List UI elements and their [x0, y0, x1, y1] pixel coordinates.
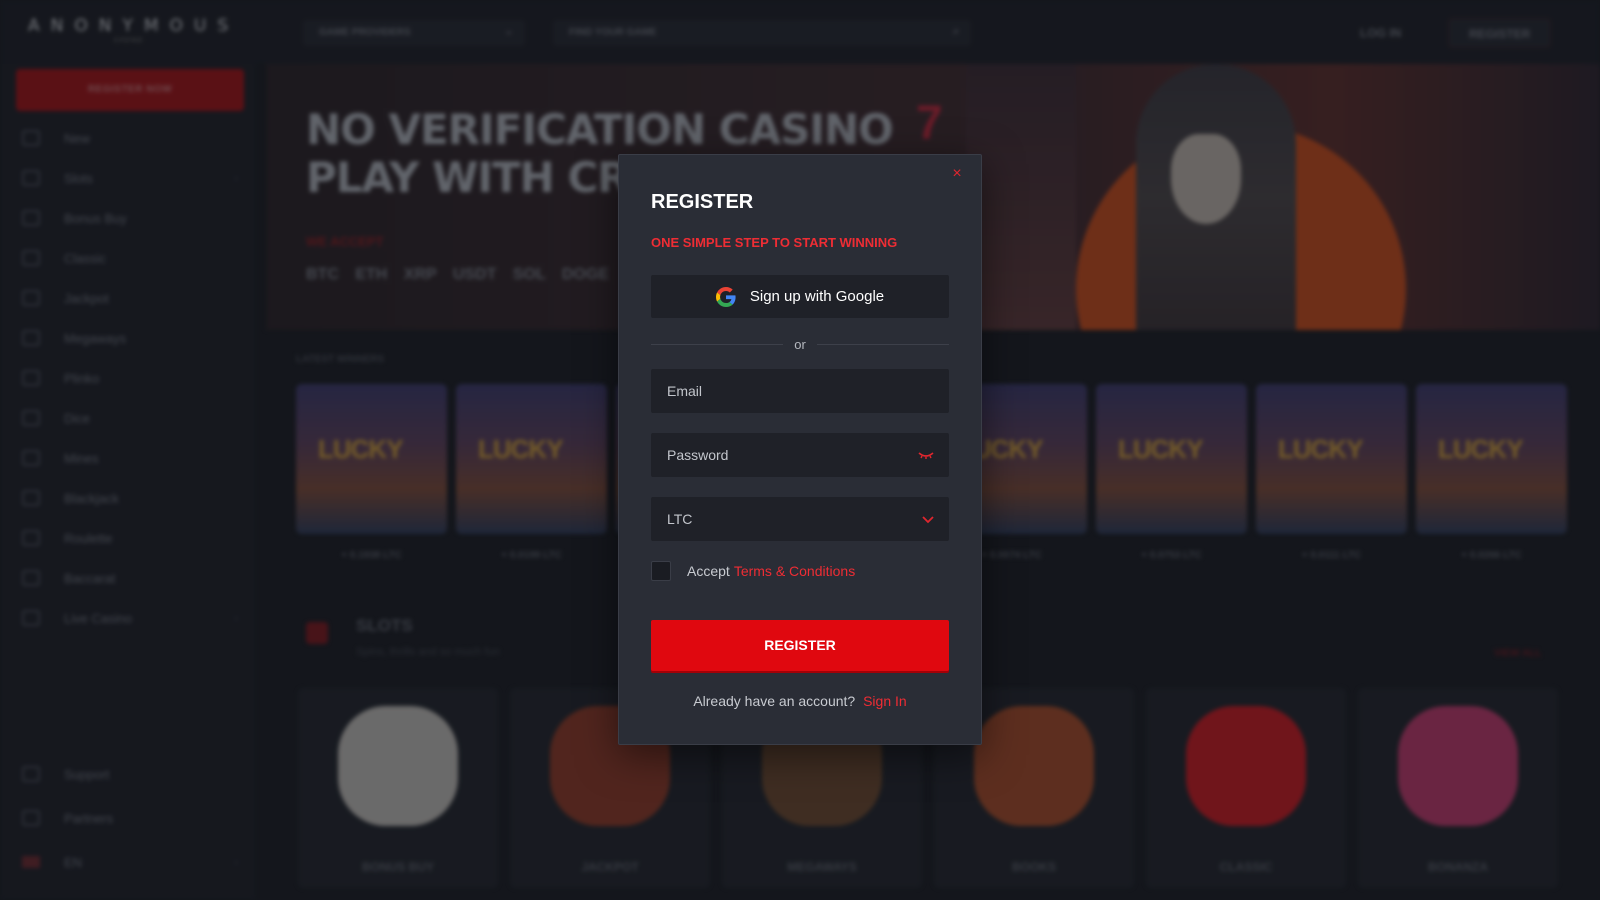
signin-prompt: Already have an account? — [693, 693, 856, 709]
signin-link[interactable]: Sign In — [863, 693, 907, 709]
modal-title: REGISTER — [651, 191, 754, 213]
register-modal: × REGISTER ONE SIMPLE STEP TO START WINN… — [618, 154, 982, 745]
email-field[interactable] — [651, 369, 949, 413]
email-field-wrapper — [651, 369, 949, 413]
google-signup-button[interactable]: Sign up with Google — [651, 275, 949, 318]
accept-label: Accept — [687, 563, 730, 579]
chevron-down-icon — [922, 516, 934, 524]
google-icon — [715, 286, 736, 307]
signin-row: Already have an account? Sign In — [619, 693, 981, 709]
password-field-wrapper — [651, 433, 949, 477]
close-icon[interactable]: × — [947, 164, 967, 184]
modal-subtitle: ONE SIMPLE STEP TO START WINNING — [651, 235, 898, 250]
terms-checkbox[interactable] — [651, 561, 671, 581]
google-signup-label: Sign up with Google — [749, 288, 885, 305]
terms-link[interactable]: Terms & Conditions — [734, 563, 855, 579]
divider-line — [817, 344, 949, 345]
currency-value: LTC — [667, 511, 693, 527]
currency-select[interactable]: LTC — [651, 497, 949, 541]
register-button[interactable]: REGISTER — [651, 620, 949, 671]
terms-row: Accept Terms & Conditions — [651, 561, 855, 581]
eye-closed-icon[interactable] — [917, 447, 935, 463]
password-field[interactable] — [651, 433, 949, 477]
or-divider: or — [651, 337, 949, 352]
